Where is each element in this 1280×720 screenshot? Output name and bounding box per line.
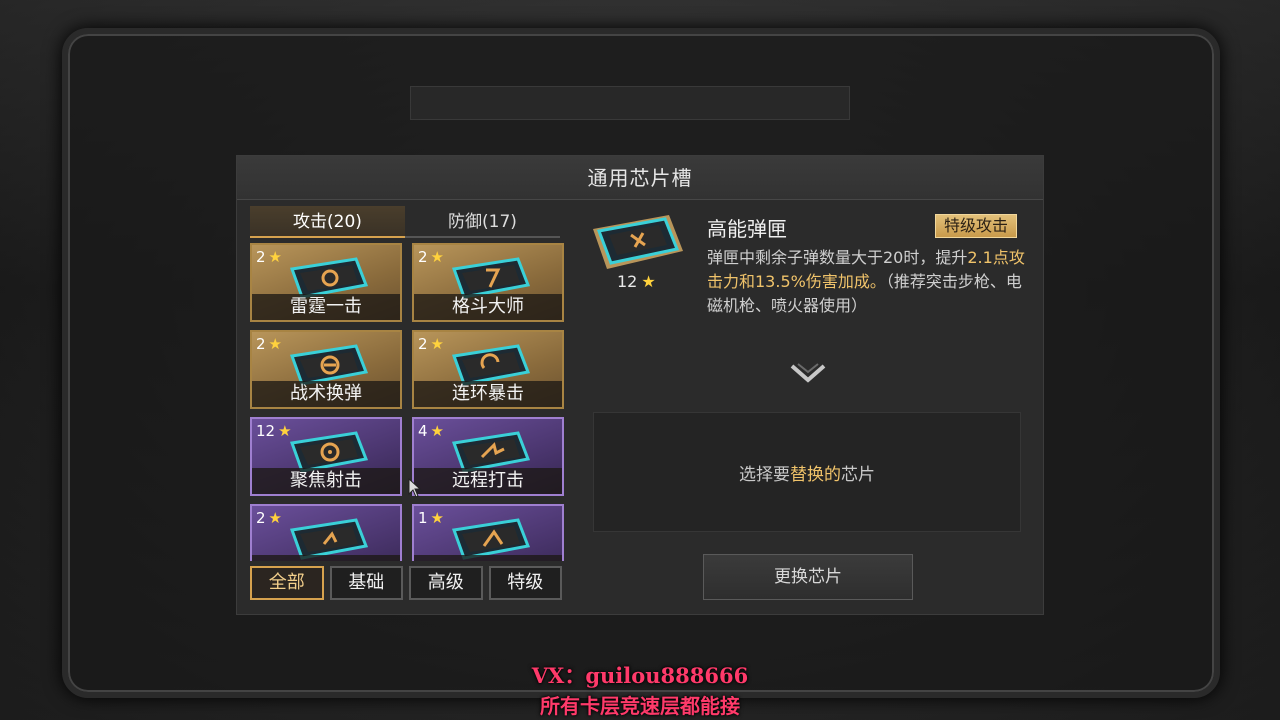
chip-name: 战术换弹: [252, 381, 400, 407]
chip-name: 聚焦射击: [252, 468, 400, 494]
background-tab-strip: [410, 86, 850, 120]
chip-level: 2 ★: [256, 509, 282, 527]
rarity-filter-bar: 全部 基础 高级 特级: [250, 566, 562, 600]
chip-level: 2 ★: [418, 335, 444, 353]
chip-card[interactable]: 2 ★ 雷霆一击: [250, 243, 402, 322]
selected-chip-level: 12 ★: [617, 272, 656, 291]
chip-level: 2 ★: [418, 248, 444, 266]
selected-chip-description: 弹匣中剩余子弹数量大于20时，提升2.1点攻击力和13.5%伤害加成。（推荐突击…: [707, 248, 1025, 315]
selected-chip-name: 高能弹匣: [707, 217, 787, 241]
chip-level: 2 ★: [256, 248, 282, 266]
chevron-down-icon: [790, 363, 826, 383]
chip-level: 2 ★: [256, 335, 282, 353]
chip-card[interactable]: 2 ★: [250, 504, 402, 561]
filter-special-button[interactable]: 特级: [488, 566, 562, 600]
filter-all-button[interactable]: 全部: [250, 566, 324, 600]
chip-card[interactable]: 4 ★ 远程打击: [412, 417, 564, 496]
chip-name: 雷霆一击: [252, 294, 400, 320]
filter-basic-button[interactable]: 基础: [329, 566, 403, 600]
chip-name: [414, 555, 562, 561]
chip-level: 4 ★: [418, 422, 444, 440]
category-tabs: 攻击(20) 防御(17): [250, 206, 560, 238]
replace-hint: 选择要 替换的 芯片: [739, 464, 875, 485]
chip-grid: 2 ★ 雷霆一击 2 ★ 格斗大师 2 ★ 战术换弹 2 ★ 连环暴击 12 ★…: [250, 243, 564, 561]
chip-card[interactable]: 12 ★ 聚焦射击: [250, 417, 402, 496]
mouse-cursor-icon: [408, 478, 422, 498]
chip-card[interactable]: 1 ★: [412, 504, 564, 561]
replace-target-slot[interactable]: 选择要 替换的 芯片: [593, 412, 1021, 532]
watermark-slogan: 所有卡层竞速层都能接: [540, 694, 740, 718]
chip-name: 远程打击: [414, 468, 562, 494]
tab-defense[interactable]: 防御(17): [405, 206, 560, 238]
replace-chip-button[interactable]: 更换芯片: [703, 554, 913, 600]
filter-advanced-button[interactable]: 高级: [409, 566, 483, 600]
chip-level: 1 ★: [418, 509, 444, 527]
chip-card[interactable]: 2 ★ 战术换弹: [250, 330, 402, 409]
chip-slot-panel: 通用芯片槽 攻击(20) 防御(17) 2 ★ 雷霆一击 2 ★ 格斗大师 2 ★: [236, 155, 1044, 615]
chip-name: [252, 555, 400, 561]
chip-name: 格斗大师: [414, 294, 562, 320]
chip-card[interactable]: 2 ★ 连环暴击: [412, 330, 564, 409]
chip-card[interactable]: 2 ★ 格斗大师: [412, 243, 564, 322]
watermark-contact: VX：guilou888666: [531, 663, 749, 688]
rarity-badge: 特级攻击: [935, 214, 1018, 238]
chip-name: 连环暴击: [414, 381, 562, 407]
tab-attack[interactable]: 攻击(20): [250, 206, 405, 238]
selected-chip-icon: [593, 215, 683, 269]
panel-title: 通用芯片槽: [237, 156, 1043, 200]
